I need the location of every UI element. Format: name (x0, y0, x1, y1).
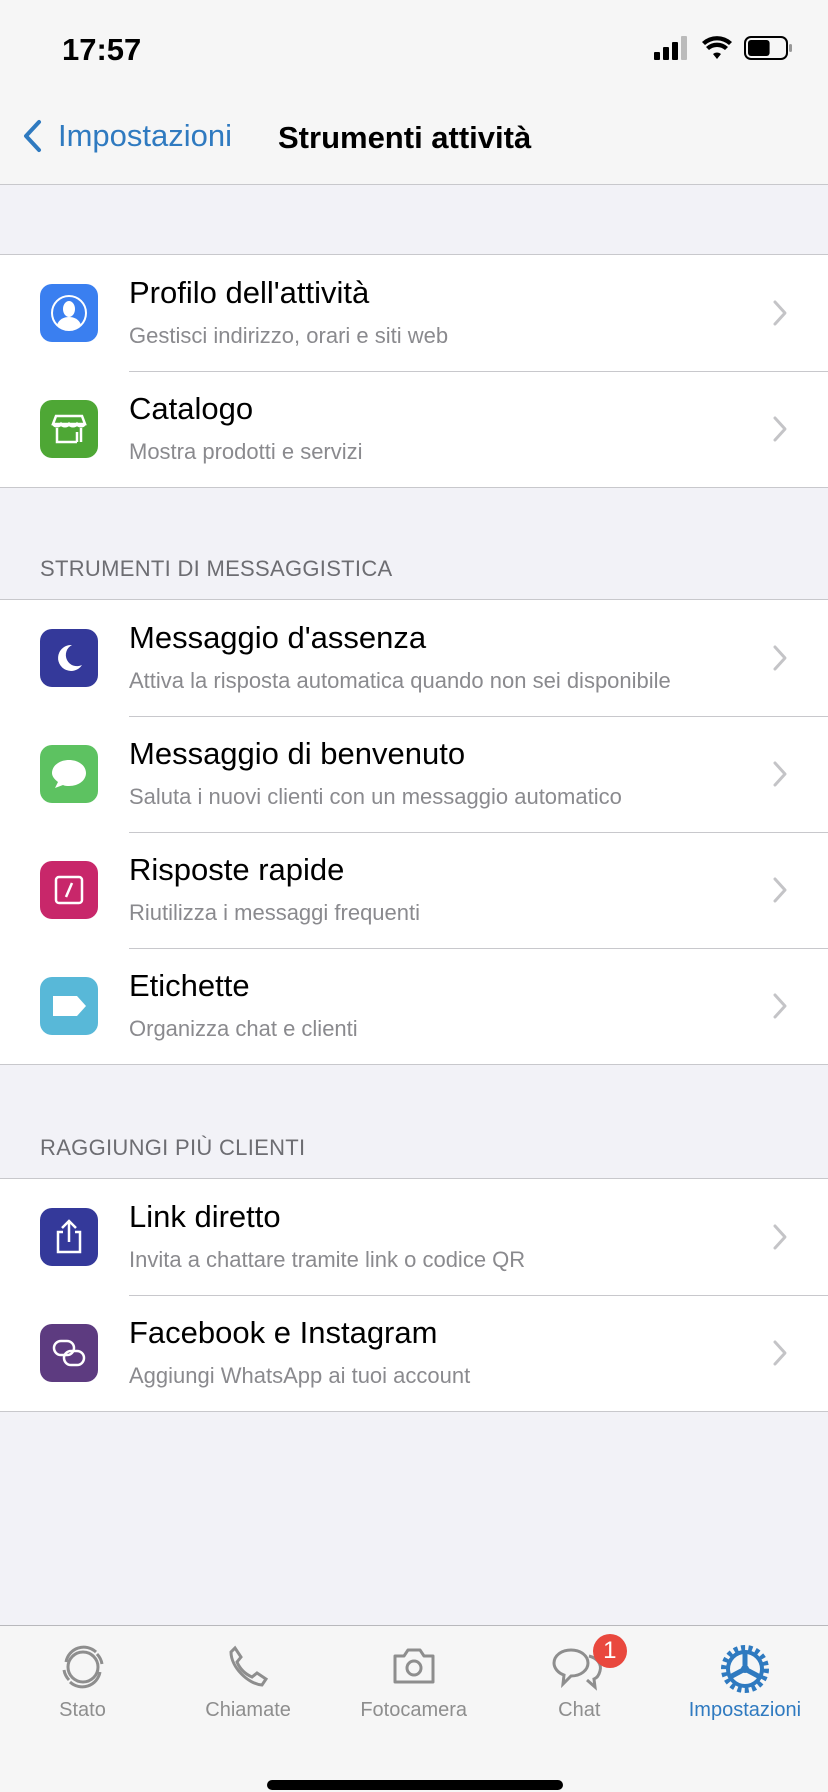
item-subtitle: Invita a chattare tramite link o codice … (129, 1247, 526, 1272)
navigation-bar: Impostazioni Strumenti attività (0, 90, 828, 185)
tab-impostazioni[interactable]: Impostazioni (662, 1626, 827, 1736)
settings-group: Link diretto Invita a chattare tramite l… (0, 1178, 828, 1412)
item-title: Facebook e Instagram (129, 1315, 438, 1350)
item-title: Etichette (129, 968, 250, 1003)
settings-group: Profilo dell'attività Gestisci indirizzo… (0, 254, 828, 488)
list-item[interactable]: Messaggio di benvenuto Saluta i nuovi cl… (0, 716, 828, 832)
chevron-left-icon (24, 120, 41, 152)
item-title: Link diretto (129, 1199, 281, 1234)
home-indicator (267, 1780, 563, 1790)
tab-label: Stato (59, 1699, 106, 1721)
tab-chiamate[interactable]: Chiamate (166, 1626, 331, 1736)
storefront-icon (40, 400, 98, 458)
list-item[interactable]: Catalogo Mostra prodotti e servizi (0, 371, 828, 487)
list-item[interactable]: Risposte rapide Riutilizza i messaggi fr… (0, 832, 828, 948)
back-button[interactable]: Impostazioni (22, 118, 232, 154)
tab-label: Impostazioni (688, 1699, 802, 1721)
tab-stato[interactable]: Stato (0, 1626, 165, 1736)
chevron-right-icon (773, 993, 787, 1019)
tab-chat[interactable]: 1 Chat (497, 1626, 662, 1736)
chevron-right-icon (773, 1224, 787, 1250)
item-subtitle: Gestisci indirizzo, orari e siti web (129, 323, 449, 348)
item-subtitle: Saluta i nuovi clienti con un messaggio … (129, 784, 622, 809)
section-header: STRUMENTI DI MESSAGGISTICA (40, 556, 393, 581)
link-icon (40, 1324, 98, 1382)
status-time: 17:57 (62, 32, 142, 67)
list-item[interactable]: Profilo dell'attività Gestisci indirizzo… (0, 255, 828, 371)
section-header: RAGGIUNGI PIÙ CLIENTI (40, 1135, 306, 1160)
item-title: Messaggio di benvenuto (129, 736, 466, 771)
item-title: Profilo dell'attività (129, 275, 370, 310)
item-title: Risposte rapide (129, 852, 345, 887)
chevron-right-icon (773, 877, 787, 903)
list-item[interactable]: Facebook e Instagram Aggiungi WhatsApp a… (0, 1295, 828, 1411)
chevron-right-icon (773, 416, 787, 442)
chevron-right-icon (773, 300, 787, 326)
list-item[interactable]: Etichette Organizza chat e clienti (0, 948, 828, 1064)
item-subtitle: Organizza chat e clienti (129, 1016, 358, 1041)
label-icon (40, 977, 98, 1035)
person-icon (40, 284, 98, 342)
wifi-icon (702, 36, 732, 59)
chevron-right-icon (773, 1340, 787, 1366)
tab-label: Chiamate (205, 1699, 291, 1721)
unread-badge: 1 (592, 1634, 627, 1668)
tab-bar: Stato Chiamate Fotocamera 1 Chat Imposta… (0, 1625, 828, 1792)
item-title: Catalogo (129, 391, 254, 426)
tab-fotocamera[interactable]: Fotocamera (331, 1626, 496, 1736)
item-subtitle: Attiva la risposta automatica quando non… (129, 668, 671, 693)
quick-reply-icon (40, 861, 98, 919)
signal-icon (654, 36, 687, 60)
chevron-right-icon (773, 761, 787, 787)
battery-icon (744, 36, 792, 60)
moon-icon (40, 629, 98, 687)
item-subtitle: Mostra prodotti e servizi (129, 439, 363, 464)
tab-label: Chat (558, 1699, 601, 1721)
back-label: Impostazioni (58, 118, 233, 153)
item-subtitle: Aggiungi WhatsApp ai tuoi account (129, 1363, 471, 1388)
item-title: Messaggio d'assenza (129, 620, 427, 655)
page-title: Strumenti attività (278, 120, 532, 155)
item-subtitle: Riutilizza i messaggi frequenti (129, 900, 421, 925)
chat-bubble-icon (40, 745, 98, 803)
share-icon (40, 1208, 98, 1266)
status-bar: 17:57 (0, 0, 828, 90)
settings-group: Messaggio d'assenza Attiva la risposta a… (0, 599, 828, 1065)
tab-label: Fotocamera (360, 1699, 468, 1721)
list-item[interactable]: Messaggio d'assenza Attiva la risposta a… (0, 600, 828, 716)
chevron-right-icon (773, 645, 787, 671)
list-item[interactable]: Link diretto Invita a chattare tramite l… (0, 1179, 828, 1295)
